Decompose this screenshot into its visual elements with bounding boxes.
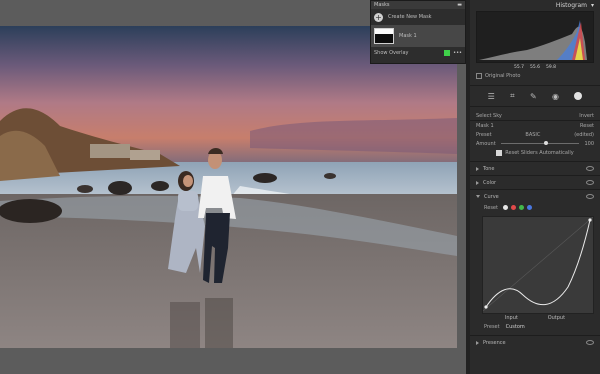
histogram (476, 11, 594, 63)
section-color[interactable]: Color (470, 175, 600, 189)
reset-link[interactable]: Reset (580, 123, 594, 129)
create-new-mask-button[interactable]: + Create New Mask (371, 9, 465, 25)
sliders-icon[interactable]: ☰ (488, 92, 495, 101)
mask-name: Mask 1 (399, 33, 417, 39)
reset-sliders-checkbox[interactable] (496, 149, 503, 156)
create-new-mask-label: Create New Mask (388, 14, 432, 20)
histogram-value-r: 55.7 (513, 64, 524, 70)
show-overlay-row[interactable]: Show Overlay ••• (371, 47, 465, 59)
expand-triangle-icon (476, 166, 479, 171)
expand-triangle-icon (476, 340, 479, 345)
preset-value[interactable]: BASIC (492, 132, 575, 138)
histogram-values: 55.7 55.6 59.8 (470, 63, 600, 71)
expand-triangle-icon (476, 180, 479, 185)
eye-icon[interactable] (586, 166, 594, 171)
healing-brush-icon[interactable]: ✎ (530, 92, 537, 101)
channel-white-button[interactable] (502, 205, 508, 210)
eye-icon[interactable] (586, 180, 594, 185)
invert-label[interactable]: Invert (579, 113, 594, 119)
amount-label: Amount (476, 140, 496, 147)
section-presence-label: Presence (483, 339, 506, 346)
curve-preset-value[interactable]: Custom (506, 324, 525, 330)
masking-icon[interactable] (574, 92, 583, 100)
section-tone-label: Tone (483, 165, 495, 172)
curve-output-label: Output (547, 315, 566, 321)
mask-row-label: Mask 1 (476, 122, 494, 129)
channel-blue-button[interactable] (526, 205, 532, 210)
section-color-label: Color (483, 179, 497, 186)
show-overlay-label: Show Overlay (374, 50, 409, 56)
original-photo-checkbox[interactable] (476, 73, 482, 79)
beach-photo (0, 26, 457, 348)
curve-reset-link[interactable]: Reset (484, 205, 498, 211)
overlay-color-swatch[interactable] (444, 50, 451, 56)
section-tone[interactable]: Tone (470, 161, 600, 175)
curve-channel-row: Reset (470, 203, 600, 212)
tool-strip: ☰ ⌗ ✎ ◉ (470, 85, 600, 107)
histogram-value-g: 55.6 (529, 64, 541, 70)
curve-preset-label: Preset (484, 324, 500, 330)
curve-preset-row[interactable]: Preset Custom (470, 322, 600, 332)
histogram-header[interactable]: Histogram ▾ (470, 0, 600, 11)
curve-graph (482, 216, 594, 312)
crop-icon[interactable]: ⌗ (510, 91, 515, 101)
right-sidebar: Histogram ▾ 55.7 55.6 59.8 Original Phot… (466, 0, 600, 374)
histogram-value-b: 59.8 (546, 64, 557, 70)
select-sky-label: Select Sky (476, 112, 502, 119)
masks-panel: Masks ▬ + Create New Mask Mask 1 Show Ov… (370, 0, 466, 64)
mask-list-item[interactable]: Mask 1 (371, 25, 465, 47)
collapse-triangle-icon (476, 195, 480, 198)
histogram-title: Histogram (555, 2, 587, 9)
original-photo-label: Original Photo (485, 73, 521, 79)
section-curve-label: Curve (484, 193, 499, 200)
amount-slider[interactable] (500, 141, 580, 145)
amount-row: Amount 100 (470, 139, 600, 148)
eye-icon[interactable] (586, 340, 594, 345)
reset-sliders-label: Reset Sliders Automatically (505, 149, 574, 156)
section-curve[interactable]: Curve (470, 189, 600, 203)
red-eye-icon[interactable]: ◉ (552, 92, 559, 101)
preset-state: (edited) (574, 131, 594, 138)
more-options-icon[interactable]: ••• (453, 50, 462, 56)
curve-editor[interactable] (482, 216, 594, 314)
minimize-icon[interactable]: ▬ (457, 2, 462, 8)
select-sky-row[interactable]: Select Sky Invert (470, 111, 600, 120)
collapse-icon[interactable]: ▾ (591, 2, 594, 9)
preset-row[interactable]: Preset BASIC (edited) (470, 130, 600, 139)
masks-panel-titlebar[interactable]: Masks ▬ (371, 1, 465, 9)
section-presence[interactable]: Presence (470, 335, 600, 349)
masks-panel-title: Masks (374, 2, 390, 8)
curve-input-label: Input (504, 315, 518, 321)
channel-green-button[interactable] (518, 205, 524, 210)
histogram-graph (479, 20, 587, 60)
plus-icon: + (374, 12, 383, 22)
curve-io-labels: Input Output (470, 314, 600, 322)
preset-label: Preset (476, 131, 492, 138)
original-photo-toggle[interactable]: Original Photo (470, 71, 600, 81)
photo-preview[interactable] (0, 26, 457, 348)
eye-icon[interactable] (586, 194, 594, 199)
mask-thumbnail (374, 28, 394, 44)
mask-row: Mask 1 Reset (470, 120, 600, 130)
reset-sliders-row[interactable]: Reset Sliders Automatically (470, 148, 600, 157)
amount-value[interactable]: 100 (584, 141, 594, 147)
channel-red-button[interactable] (510, 205, 516, 210)
amount-slider-knob[interactable] (543, 141, 548, 145)
